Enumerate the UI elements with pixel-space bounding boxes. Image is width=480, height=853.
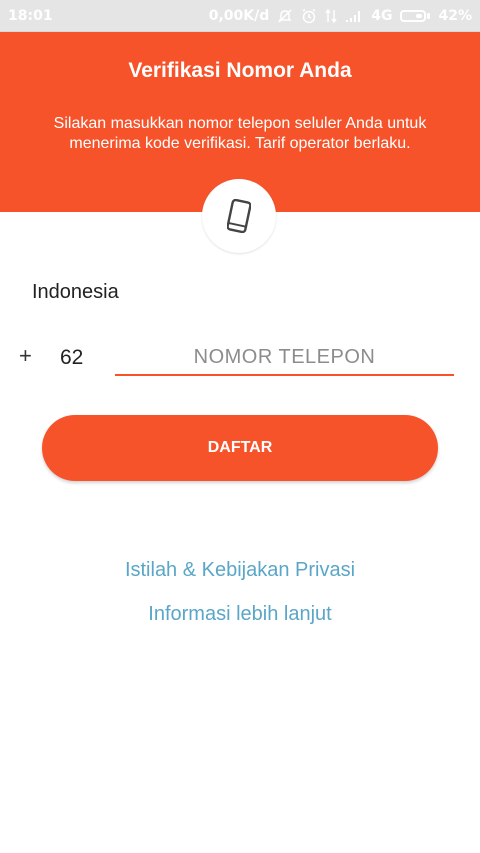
status-time: 18:01 xyxy=(8,7,53,24)
register-button[interactable]: DAFTAR xyxy=(42,415,438,481)
data-transfer-icon xyxy=(325,8,337,24)
alarm-icon xyxy=(301,8,317,24)
status-left: 18:01 xyxy=(8,8,53,24)
country-code[interactable]: 62 xyxy=(60,346,83,370)
battery-level: 42% xyxy=(438,7,472,24)
battery-icon xyxy=(400,9,431,22)
status-bar: 18:01 0,00K/d 4G 42% xyxy=(0,0,480,32)
network-speed: 0,00K/d xyxy=(208,7,270,24)
smartphone-icon xyxy=(202,179,276,253)
page-title: Verifikasi Nomor Anda xyxy=(128,59,352,82)
page-subtitle: Silakan masukkan nomor telepon seluler A… xyxy=(53,115,427,152)
status-right: 0,00K/d 4G 42% xyxy=(209,8,472,24)
no-notification-icon xyxy=(277,8,293,24)
signal-icon xyxy=(345,9,363,23)
plus-sign: + xyxy=(19,343,32,368)
more-info-link[interactable]: Informasi lebih lanjut xyxy=(0,603,480,626)
terms-privacy-link[interactable]: Istilah & Kebijakan Privasi xyxy=(0,559,480,582)
country-selector[interactable]: Indonesia xyxy=(32,281,119,304)
network-type: 4G xyxy=(371,7,393,24)
phone-number-input[interactable] xyxy=(115,340,454,376)
